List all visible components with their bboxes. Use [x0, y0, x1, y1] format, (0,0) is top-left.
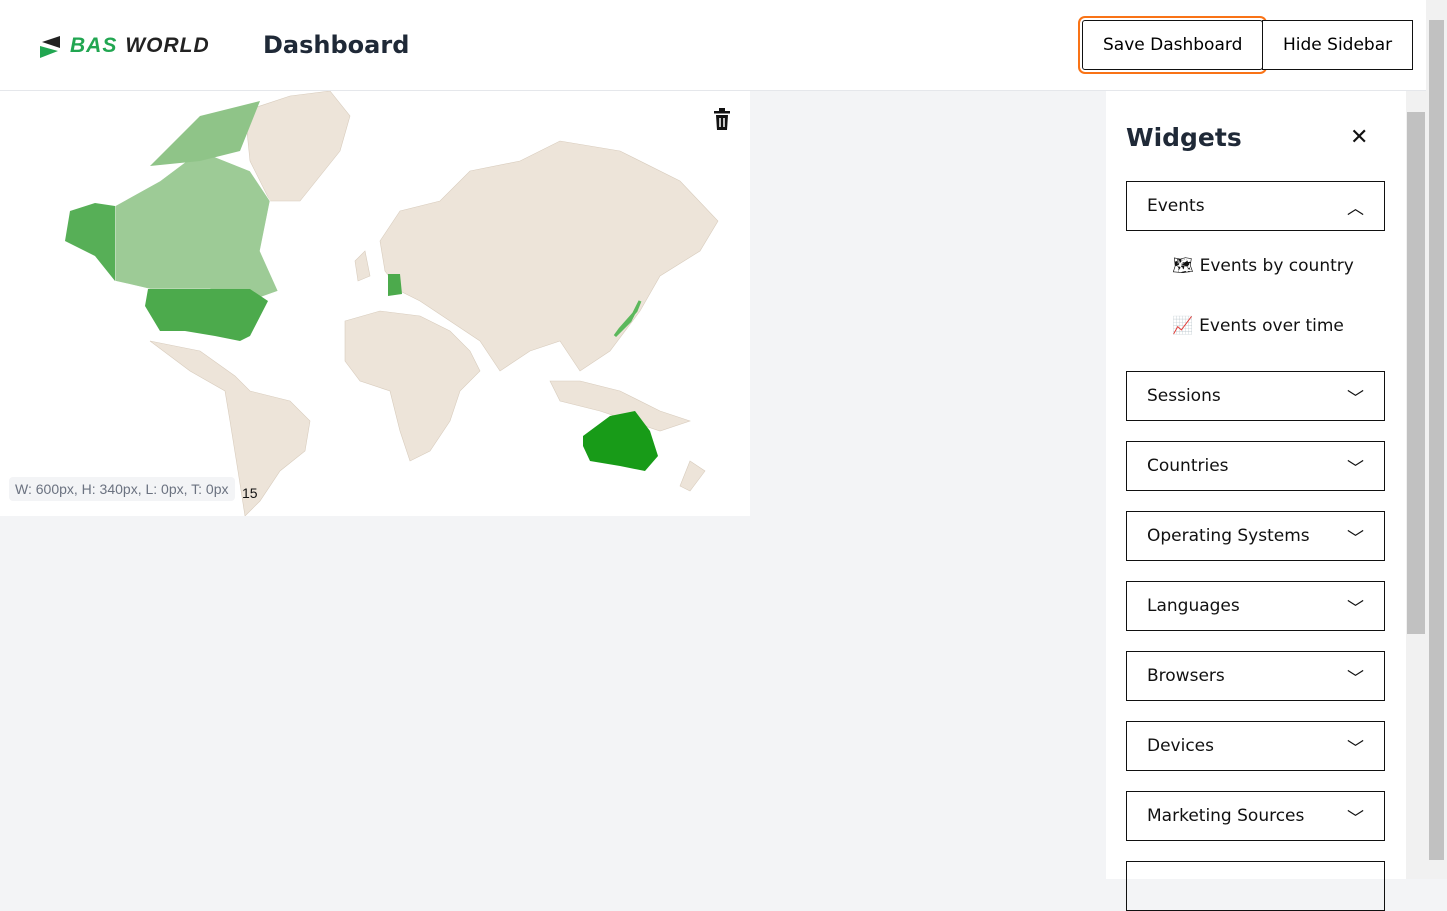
- accordion-devices[interactable]: Devices ﹀: [1126, 721, 1385, 771]
- size-label: W: 600px, H: 340px, L: 0px, T: 0px: [9, 477, 235, 501]
- chevron-down-icon: ﹀: [1347, 528, 1364, 549]
- country-canada: [114, 150, 279, 302]
- accordion-languages[interactable]: Languages ﹀: [1126, 581, 1385, 631]
- widget-item-events-over-time[interactable]: 📈 Events over time: [1172, 316, 1344, 336]
- chevron-down-icon: ﹀: [1347, 388, 1364, 409]
- world-map: [65, 90, 719, 517]
- country-canada-arctic: [150, 101, 260, 166]
- line-chart-icon: 📈: [1172, 316, 1194, 336]
- events-by-country-widget[interactable]: W: 600px, H: 340px, L: 0px, T: 0px 15: [0, 90, 750, 517]
- uk: [354, 250, 371, 282]
- item-label: Events over time: [1199, 316, 1344, 336]
- top-header: BAS WORLD Dashboard Save Dashboard Hide …: [0, 0, 1426, 91]
- accordion-sessions[interactable]: Sessions ﹀: [1126, 371, 1385, 421]
- accordion-label: Browsers: [1147, 666, 1225, 686]
- accordion-browsers[interactable]: Browsers ﹀: [1126, 651, 1385, 701]
- accordion-label: Languages: [1147, 596, 1240, 616]
- trash-icon[interactable]: [712, 108, 732, 134]
- page-scrollbar-thumb[interactable]: [1429, 20, 1444, 860]
- page-title: Dashboard: [263, 31, 410, 59]
- accordion-next[interactable]: [1126, 861, 1385, 911]
- country-usa: [145, 289, 268, 341]
- new-zealand: [679, 460, 706, 492]
- accordion-label: Devices: [1147, 736, 1214, 756]
- logo-text-world: WORLD: [125, 34, 210, 57]
- country-alaska: [65, 203, 115, 281]
- accordion-operating-systems[interactable]: Operating Systems ﹀: [1126, 511, 1385, 561]
- sidebar-title: Widgets: [1126, 123, 1242, 152]
- accordion-events[interactable]: Events ︿: [1126, 181, 1385, 231]
- chevron-down-icon: ﹀: [1347, 808, 1364, 829]
- chevron-up-icon: ︿: [1347, 198, 1364, 219]
- widgets-sidebar: Widgets ✕ Events ︿ 🗺 Events by country 📈 Ev…: [1106, 91, 1406, 911]
- item-label: Events by country: [1199, 256, 1354, 276]
- accordion-label: Marketing Sources: [1147, 806, 1305, 826]
- logo-icon: [40, 36, 60, 58]
- chevron-down-icon: ﹀: [1347, 458, 1364, 479]
- greenland: [244, 90, 351, 202]
- accordion-label: Countries: [1147, 456, 1229, 476]
- save-dashboard-button[interactable]: Save Dashboard: [1082, 20, 1264, 70]
- bas-world-logo[interactable]: BAS WORLD: [38, 34, 210, 58]
- chevron-down-icon: ﹀: [1347, 738, 1364, 759]
- accordion-label: Events: [1147, 196, 1205, 216]
- accordion-label: Sessions: [1147, 386, 1221, 406]
- widget-item-events-by-country[interactable]: 🗺 Events by country: [1172, 256, 1354, 276]
- accordion-label: Operating Systems: [1147, 526, 1310, 546]
- accordion-countries[interactable]: Countries ﹀: [1126, 441, 1385, 491]
- chevron-down-icon: ﹀: [1347, 668, 1364, 689]
- widget-counter: 15: [242, 485, 258, 501]
- map-icon: 🗺: [1172, 256, 1194, 276]
- logo-text-bas: BAS: [70, 34, 118, 57]
- sidebar-scrollbar-thumb[interactable]: [1407, 112, 1425, 634]
- close-icon[interactable]: ✕: [1350, 125, 1368, 150]
- hide-sidebar-button[interactable]: Hide Sidebar: [1262, 20, 1414, 70]
- africa: [344, 310, 481, 462]
- country-germany: [388, 274, 402, 296]
- accordion-marketing-sources[interactable]: Marketing Sources ﹀: [1126, 791, 1385, 841]
- chevron-down-icon: ﹀: [1347, 598, 1364, 619]
